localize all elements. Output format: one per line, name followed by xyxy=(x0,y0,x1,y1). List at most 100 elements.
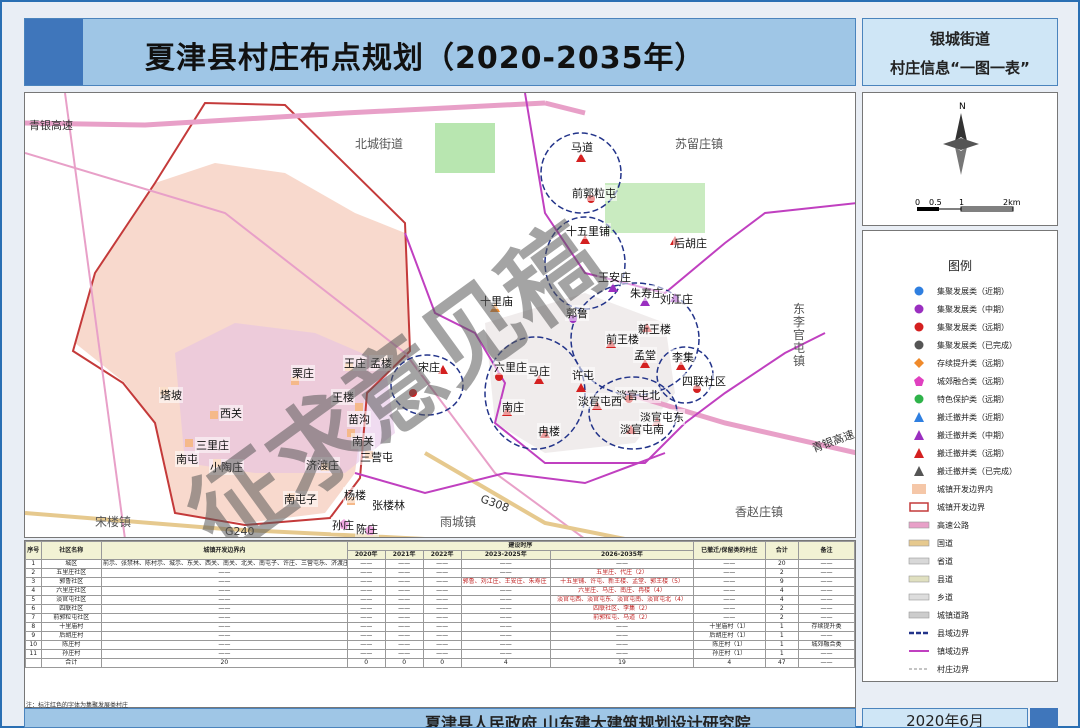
legend-item: 省道 xyxy=(907,553,953,569)
scale-bar xyxy=(917,207,939,211)
table-cell: 20 xyxy=(100,658,348,668)
compass-box: N 0 0.5 1 2km xyxy=(862,92,1058,226)
scale-tick: 1 xyxy=(959,198,964,207)
table-cell: 3 xyxy=(25,577,42,587)
table-cell: 11 xyxy=(25,649,42,659)
table-cell: 孙庄村 xyxy=(40,649,102,659)
header-in-boundary: 城镇开发边界内 xyxy=(100,541,348,560)
village-label: 南庄 xyxy=(501,399,525,415)
table-cell: —— xyxy=(693,595,766,605)
village-label: 许屯 xyxy=(571,367,595,383)
table-cell: —— xyxy=(100,649,348,659)
table-cell: —— xyxy=(549,559,695,569)
table-cell: —— xyxy=(384,595,424,605)
table-cell: —— xyxy=(460,595,551,605)
table-cell: 前示、张禁林、陈村示、城示、东关、西关、南关、北关、南屯子、许庄、三营屯乐、济渡… xyxy=(100,559,348,569)
legend-symbol-icon xyxy=(907,572,931,586)
footer-date: 2020年6月 xyxy=(906,712,984,728)
legend-label: 高速公路 xyxy=(937,520,969,530)
legend-item: 集聚发展类（远期） xyxy=(907,319,1009,335)
table-cell: —— xyxy=(100,577,348,587)
table-cell: 陈庄村 xyxy=(40,640,102,650)
map-marker[interactable] xyxy=(355,403,363,411)
table-cell: —— xyxy=(460,586,551,596)
village-label: 塔坡 xyxy=(159,387,183,403)
table-cell: —— xyxy=(100,640,348,650)
legend-label: 村庄边界 xyxy=(937,664,969,674)
table-cell: —— xyxy=(346,559,386,569)
legend-symbol-icon xyxy=(907,356,931,370)
table-cell: 淡官屯西、淡官屯东、淡官屯南、淡官屯北（4） xyxy=(549,595,695,605)
table-cell: —— xyxy=(422,568,462,578)
legend-symbol-icon xyxy=(907,554,931,568)
table-row: 4 六里庄社区 —— —— —— —— —— 六里庄、马庄、南庄、冉楼（4） —— 4 —— xyxy=(25,586,855,596)
table-cell: 1 xyxy=(764,622,800,632)
legend-symbol-icon xyxy=(907,392,931,406)
village-info-table: 序号 社区名称 城镇开发边界内 建设时序 已撤迁/保留类的村庄 合计 备注 20… xyxy=(24,540,856,708)
table-cell: 4 xyxy=(693,658,766,668)
legend-symbol-icon xyxy=(907,284,931,298)
region-label: 雨城镇 xyxy=(440,515,477,529)
village-label: 前郭粒屯 xyxy=(571,185,617,201)
map-area[interactable]: 北城街道 苏留庄镇 东李官屯镇 雨城镇 香赵庄镇 宋楼镇 青银高速 青银高速 G… xyxy=(24,92,856,538)
map-marker[interactable] xyxy=(185,439,193,447)
village-label: 王安庄 xyxy=(597,269,632,285)
legend-item: 搬迁撤并类（近期） xyxy=(907,409,1009,425)
table-cell: —— xyxy=(346,640,386,650)
table-cell: —— xyxy=(798,559,855,569)
village-label: 南屯子 xyxy=(283,491,318,507)
park-area xyxy=(435,123,495,173)
table-cell: 十里庙村（1） xyxy=(693,622,766,632)
map-marker[interactable] xyxy=(210,411,218,419)
table-cell: 1 xyxy=(25,559,42,569)
header-year: 2022年 xyxy=(422,550,462,560)
table-cell: —— xyxy=(346,577,386,587)
table-cell: —— xyxy=(798,604,855,614)
table-cell: 六里庄社区 xyxy=(40,586,102,596)
table-cell: 淡官屯社区 xyxy=(40,595,102,605)
region-label: 香赵庄镇 xyxy=(735,505,784,519)
village-label: 陈庄 xyxy=(355,521,379,537)
legend-symbol-icon xyxy=(907,626,931,640)
header-remarks: 备注 xyxy=(798,541,855,560)
legend-label: 存续提升类（远期） xyxy=(937,358,1009,368)
village-label: 李集 xyxy=(671,349,695,365)
legend-title: 图例 xyxy=(947,259,972,273)
village-label: 十里庙 xyxy=(479,293,514,309)
scale-tick: 2km xyxy=(1003,198,1021,207)
table-cell: 后胡庄村 xyxy=(40,631,102,641)
village-label: 冉楼 xyxy=(537,423,561,439)
legend-symbol-icon xyxy=(907,518,931,532)
legend-label: 国道 xyxy=(937,538,953,548)
table-cell: —— xyxy=(422,604,462,614)
village-label: 三营屯 xyxy=(359,449,394,465)
legend-label: 县域边界 xyxy=(937,628,969,638)
table-cell: —— xyxy=(460,613,551,623)
table-cell: 9 xyxy=(764,577,800,587)
table-cell: —— xyxy=(100,631,348,641)
legend-item: 镇域边界 xyxy=(907,643,969,659)
table-row: 7 前郭粒屯社区 —— —— —— —— —— 前郭粒屯、马道（2） —— 2 —— xyxy=(25,613,855,623)
legend-item: 城镇开发边界 xyxy=(907,499,985,515)
table-cell: 合计 xyxy=(40,658,102,668)
table-cell: 郭鲁社区 xyxy=(40,577,102,587)
legend-item: 高速公路 xyxy=(907,517,969,533)
legend: 图例 集聚发展类（近期） 集聚发展类（中期） 集聚发展类（远期） 集聚发展类（已完成）… xyxy=(862,230,1058,682)
legend-symbol-icon xyxy=(907,482,931,496)
table-cell: 10 xyxy=(25,640,42,650)
village-label: 后胡庄 xyxy=(673,235,708,251)
table-cell: —— xyxy=(100,604,348,614)
table-row: 1 城区 前示、张禁林、陈村示、城示、东关、西关、南关、北关、南屯子、许庄、三营屯乐… xyxy=(25,559,855,569)
table-cell: 城区 xyxy=(40,559,102,569)
legend-symbol-icon xyxy=(907,536,931,550)
table-cell: —— xyxy=(422,559,462,569)
legend-label: 集聚发展类（近期） xyxy=(937,286,1009,296)
legend-symbol-icon xyxy=(907,662,931,676)
table-cell: —— xyxy=(422,595,462,605)
table-cell: —— xyxy=(384,559,424,569)
table-cell: 20 xyxy=(764,559,800,569)
legend-item: 特色保护类（远期） xyxy=(907,391,1009,407)
table-cell: —— xyxy=(693,577,766,587)
map-marker[interactable] xyxy=(409,389,417,397)
header-year: 2021年 xyxy=(384,550,424,560)
